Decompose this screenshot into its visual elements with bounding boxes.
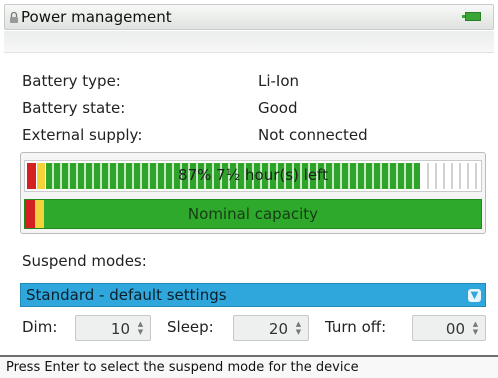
sleep-label: Sleep: — [167, 318, 214, 336]
battery-type-label: Battery type: — [22, 72, 121, 90]
suspend-mode-select[interactable]: Standard - default settings ▼ — [20, 283, 486, 307]
spinner-arrows-icon: ▲ ▼ — [295, 320, 302, 336]
status-text: Press Enter to select the suspend mode f… — [6, 360, 359, 375]
battery-state-value: Good — [258, 99, 298, 117]
external-supply-value: Not connected — [258, 126, 368, 144]
dim-label: Dim: — [22, 318, 58, 336]
title-bar: Power management — [4, 4, 494, 30]
turn-off-label: Turn off: — [325, 318, 387, 336]
status-bar: Press Enter to select the suspend mode f… — [0, 355, 498, 378]
spinner-arrows-icon: ▲ ▼ — [137, 320, 144, 336]
header-band — [4, 31, 494, 53]
sleep-value: 20 — [268, 320, 288, 338]
capacity-text: Nominal capacity — [187, 205, 319, 223]
charge-text: 87% 7½ hour(s) left — [178, 166, 328, 184]
window-title: Power management — [21, 8, 172, 26]
suspend-mode-value: Standard - default settings — [26, 286, 227, 304]
external-supply-label: External supply: — [22, 126, 143, 144]
spinner-arrows-icon: ▲ ▼ — [472, 320, 479, 336]
lock-icon — [10, 11, 18, 23]
capacity-bar: Nominal capacity — [24, 199, 482, 229]
turn-off-value: 00 — [445, 320, 465, 338]
sleep-spinner[interactable]: 20 ▲ ▼ — [233, 315, 309, 341]
charge-bar: 87% 7½ hour(s) left — [24, 160, 482, 192]
dim-value: 10 — [110, 320, 130, 338]
dim-spinner[interactable]: 10 ▲ ▼ — [75, 315, 151, 341]
battery-state-label: Battery state: — [22, 99, 126, 117]
battery-icon — [462, 12, 481, 21]
turn-off-spinner[interactable]: 00 ▲ ▼ — [412, 315, 486, 341]
chevron-down-icon: ▼ — [468, 289, 481, 302]
suspend-modes-label: Suspend modes: — [22, 252, 147, 270]
battery-type-value: Li-Ion — [258, 72, 300, 90]
